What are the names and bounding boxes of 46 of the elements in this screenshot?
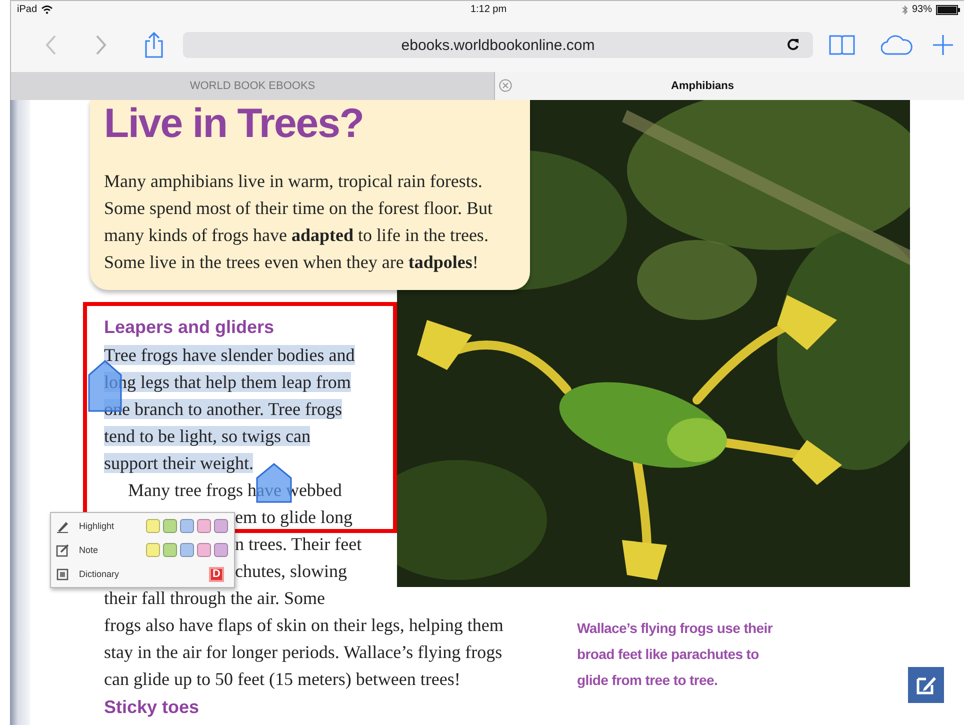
- color-swatch[interactable]: [197, 519, 211, 533]
- text-line: their fall through the air. Some: [104, 588, 325, 608]
- color-swatch[interactable]: [146, 519, 160, 533]
- text-line: stay in the air for longer periods. Wallace’s flying frogs: [104, 642, 502, 662]
- color-swatch[interactable]: [163, 519, 177, 533]
- dictionary-icon[interactable]: [56, 568, 69, 580]
- page-title: Live in Trees?: [104, 100, 364, 146]
- note-button[interactable]: [908, 667, 944, 703]
- dictionary-button[interactable]: D: [209, 566, 224, 582]
- text-line: can glide up to 50 feet (15 meters) between trees!: [104, 669, 460, 689]
- reload-icon[interactable]: [787, 38, 799, 51]
- address-field[interactable]: ebooks.worldbookonline.com: [183, 32, 813, 58]
- note-icon[interactable]: [56, 544, 69, 556]
- cloud-icon[interactable]: [881, 35, 913, 55]
- battery-percent: 93%: [912, 4, 932, 15]
- color-swatch[interactable]: [180, 519, 194, 533]
- battery-icon: [936, 4, 960, 14]
- bluetooth-icon: [902, 4, 908, 14]
- color-swatch[interactable]: [146, 543, 160, 557]
- text-line: em to glide long: [235, 507, 352, 527]
- section-heading: Leapers and gliders: [104, 316, 276, 339]
- menu-item[interactable]: Note: [79, 545, 146, 555]
- color-swatch[interactable]: [214, 519, 228, 533]
- text-line: n trees. Their feet: [235, 534, 362, 554]
- forward-icon[interactable]: [95, 35, 107, 55]
- clock-time: 1:12 pm: [470, 4, 507, 15]
- wifi-icon: [41, 5, 54, 14]
- text-line: frogs also have flaps of skin on their legs, helping them: [104, 615, 504, 635]
- menu-item[interactable]: Highlight: [79, 521, 146, 531]
- photo-caption: Wallace’s flying frogs use their broad feet like parachutes to glide from tree to tree.: [577, 619, 773, 690]
- color-swatch[interactable]: [197, 543, 211, 557]
- section-heading: Sticky toes: [104, 697, 200, 717]
- pen-icon[interactable]: [56, 520, 69, 532]
- plus-icon[interactable]: [933, 35, 953, 55]
- intro-paragraph: Many amphibians live in warm, tropical rain forests. Some spend most of their time on the forest floor. But many kinds of frogs have adapted to life in the trees. Some live in the trees even when they are tadpoles!: [104, 170, 494, 274]
- back-icon[interactable]: [45, 35, 57, 55]
- color-swatch[interactable]: [163, 543, 177, 557]
- color-swatch[interactable]: [180, 543, 194, 557]
- text-line: chutes, slowing: [235, 561, 347, 581]
- book-icon[interactable]: [829, 35, 855, 55]
- close-icon[interactable]: [499, 79, 512, 92]
- color-swatch[interactable]: [214, 543, 228, 557]
- note-icon: [915, 674, 937, 696]
- share-icon[interactable]: [145, 32, 163, 58]
- device-name: iPad: [17, 4, 38, 15]
- menu-item[interactable]: Dictionary: [79, 569, 209, 579]
